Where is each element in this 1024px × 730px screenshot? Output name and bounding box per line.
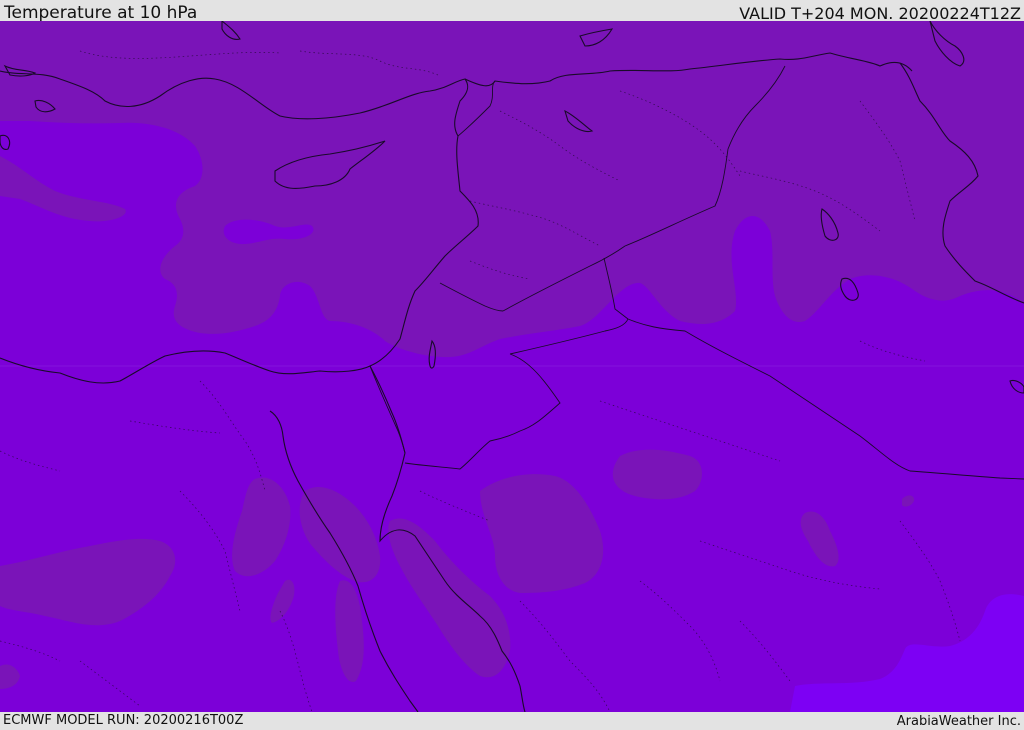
model-run-label: ECMWF MODEL RUN: 20200216T00Z: [3, 713, 244, 728]
warm-region-arabia-east: [612, 449, 702, 500]
map-title: Temperature at 10 hPa: [4, 3, 198, 23]
footer-bar: ECMWF MODEL RUN: 20200216T00Z ArabiaWeat…: [0, 712, 1024, 729]
map-svg: [0, 21, 1024, 712]
header-bar: Temperature at 10 hPa VALID T+204 MON. 2…: [0, 0, 1024, 23]
credit-label: ArabiaWeather Inc.: [896, 714, 1021, 729]
map-area[interactable]: [0, 21, 1024, 712]
